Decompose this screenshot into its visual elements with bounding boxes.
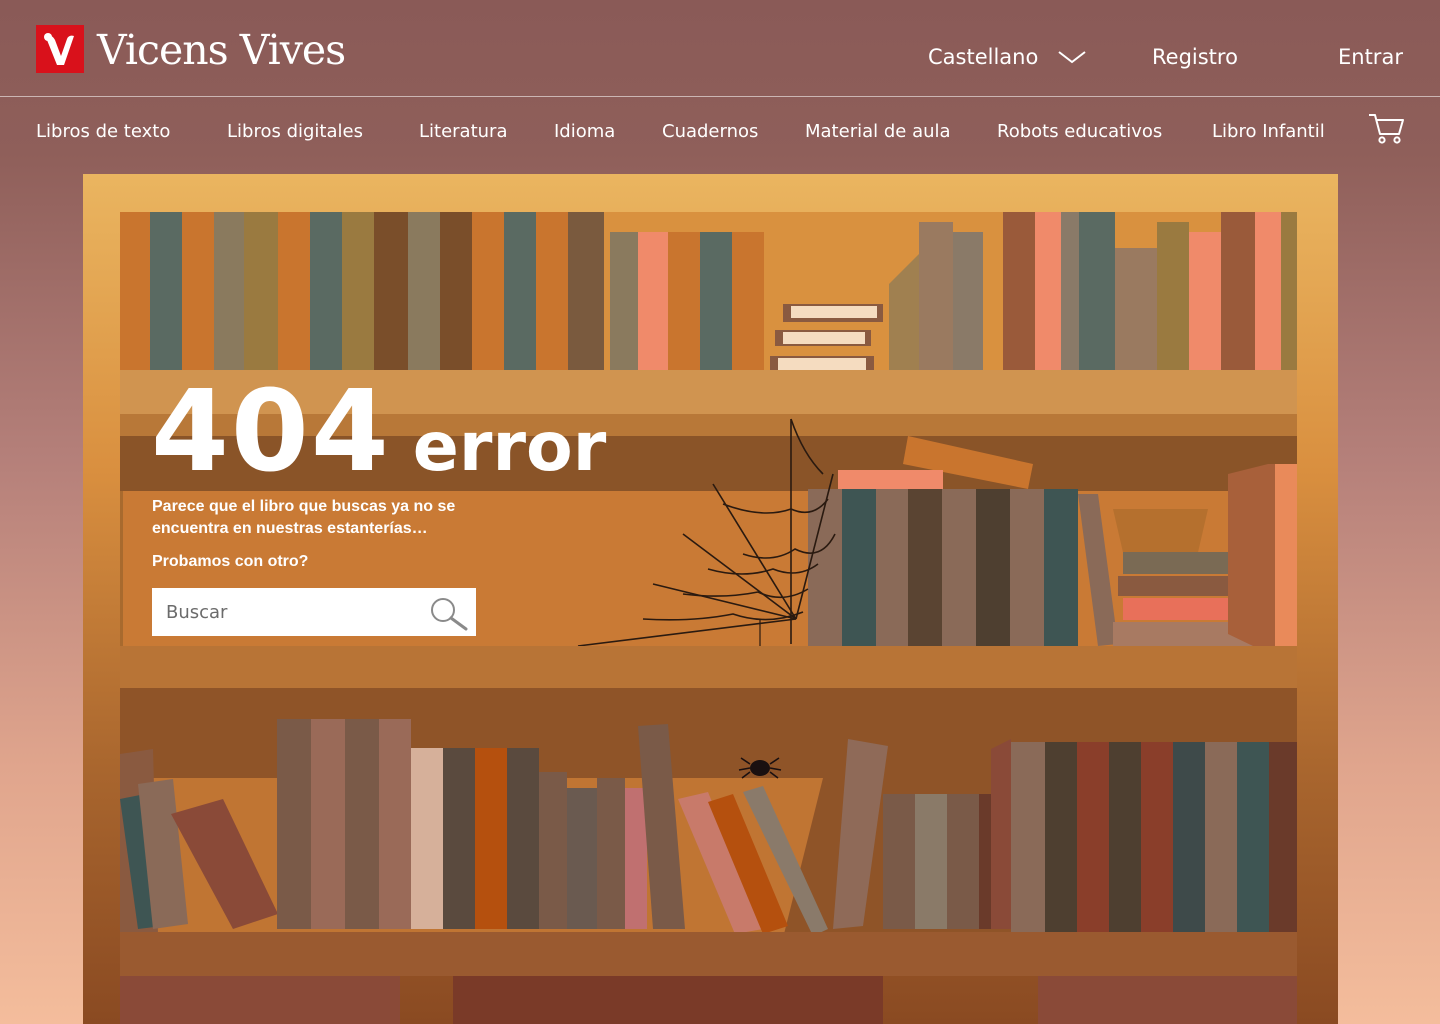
language-selector[interactable]: Castellano xyxy=(928,42,1087,73)
nav-item-robots-educativos[interactable]: Robots educativos xyxy=(997,118,1162,146)
language-label: Castellano xyxy=(928,45,1039,69)
register-link[interactable]: Registro xyxy=(1152,42,1238,72)
search-icon[interactable] xyxy=(428,596,470,636)
nav-item-libro-infantil[interactable]: Libro Infantil xyxy=(1212,118,1325,146)
error-title: 404 error xyxy=(151,372,606,492)
brand-name[interactable]: Vicens Vives xyxy=(97,24,346,76)
nav-item-libros-digitales[interactable]: Libros digitales xyxy=(227,118,363,146)
cart-icon[interactable] xyxy=(1368,112,1406,150)
nav-item-literatura[interactable]: Literatura xyxy=(419,118,508,146)
nav-item-libros-de-texto[interactable]: Libros de texto xyxy=(36,118,170,146)
main-nav: Libros de texto Libros digitales Literat… xyxy=(0,118,1440,148)
nav-item-idioma[interactable]: Idioma xyxy=(554,118,615,146)
retry-prompt: Probamos con otro? xyxy=(152,553,309,570)
error-message: Parece que el libro que buscas ya no se … xyxy=(152,498,456,537)
logo-icon[interactable] xyxy=(36,25,84,73)
login-link[interactable]: Entrar xyxy=(1338,42,1403,72)
nav-item-cuadernos[interactable]: Cuadernos xyxy=(662,118,758,146)
chevron-down-icon xyxy=(1057,43,1087,73)
error-word: error xyxy=(412,408,607,487)
error-code: 404 xyxy=(151,367,391,497)
bookshelf-illustration: 404 error Parece que el libro que buscas … xyxy=(83,174,1338,1024)
search-box xyxy=(152,588,476,636)
search-input[interactable] xyxy=(152,588,440,636)
top-bar: Vicens Vives Castellano Registro Entrar xyxy=(0,0,1440,97)
nav-item-material-de-aula[interactable]: Material de aula xyxy=(805,118,951,146)
